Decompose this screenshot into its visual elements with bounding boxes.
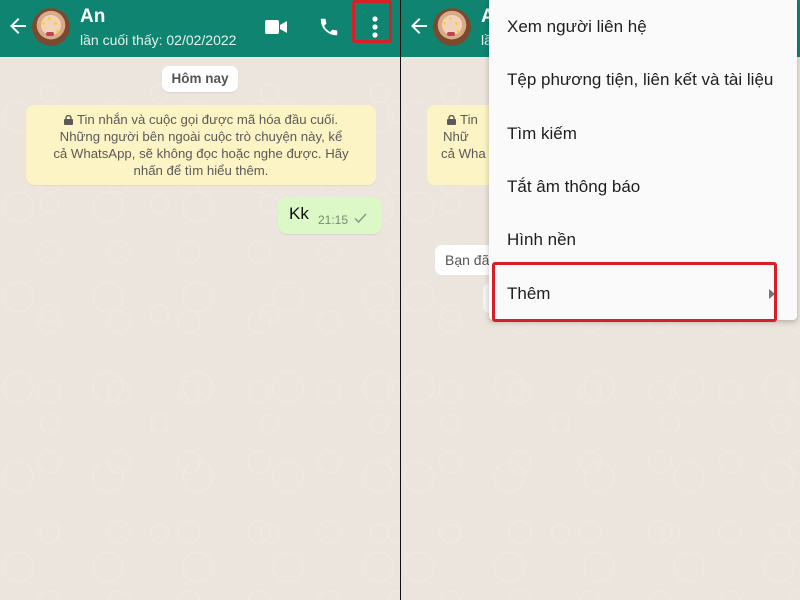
outgoing-message[interactable]: Kk 21:15: [278, 197, 382, 234]
highlight-more-options: [352, 0, 392, 43]
menu-item-wallpaper[interactable]: Hình nền: [489, 213, 797, 266]
encryption-line: Những người bên ngoài cuộc trò chuyện nà…: [59, 129, 343, 144]
voice-call-icon[interactable]: [318, 16, 340, 38]
back-arrow-icon[interactable]: [6, 14, 30, 38]
lock-icon: [63, 115, 73, 125]
avatar[interactable]: [32, 8, 70, 46]
video-call-icon[interactable]: [265, 19, 287, 35]
menu-item-view-contact[interactable]: Xem người liên hệ: [489, 0, 797, 53]
highlight-more-item: [492, 262, 777, 322]
message-text: Kk: [289, 204, 309, 223]
menu-item-media-links-docs[interactable]: Tệp phương tiện, liên kết và tài liệu: [489, 53, 797, 106]
avatar[interactable]: [433, 8, 471, 46]
menu-item-search[interactable]: Tìm kiếm: [489, 107, 797, 160]
chat-screen-right: A lầ Tin Nhữ cả Wha Bạn đã Xem người liê…: [401, 0, 800, 600]
back-arrow-icon[interactable]: [407, 14, 431, 38]
sent-check-icon: [354, 213, 367, 224]
contact-name[interactable]: An: [80, 6, 105, 28]
encryption-line: nhấn để tìm hiểu thêm.: [133, 163, 269, 178]
last-seen-status: lần cuối thấy: 02/02/2022: [80, 32, 237, 48]
chat-header: An lần cuối thấy: 02/02/2022: [0, 0, 400, 57]
lock-icon: [447, 115, 456, 125]
encryption-line: cả WhatsApp, sẽ không đọc hoặc nghe được…: [53, 146, 349, 161]
chat-screen-left: An lần cuối thấy: 02/02/2022 Hôm nay Tin…: [0, 0, 400, 600]
encryption-line: Tin nhắn và cuộc gọi được mã hóa đầu cuố…: [76, 112, 339, 127]
panel-divider: [400, 0, 401, 600]
encryption-line: Tin: [460, 112, 478, 127]
menu-item-mute-notifications[interactable]: Tắt âm thông báo: [489, 160, 797, 213]
message-time: 21:15: [318, 213, 349, 227]
encryption-notice[interactable]: Tin nhắn và cuộc gọi được mã hóa đầu cuố…: [26, 105, 376, 185]
date-chip: Hôm nay: [162, 66, 238, 92]
